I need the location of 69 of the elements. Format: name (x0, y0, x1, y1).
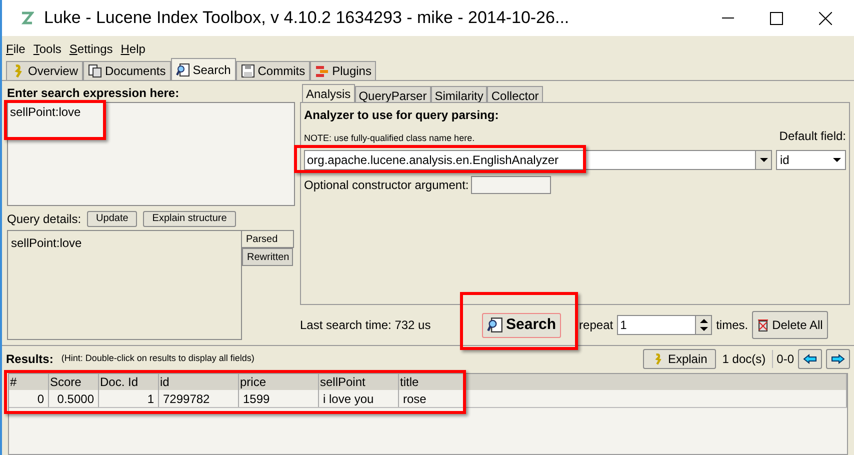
window-title: Luke - Lucene Index Toolbox, v 4.10.2 1634293 - mike - 2014-10-26... (44, 7, 570, 30)
plugins-icon (315, 64, 330, 78)
table-cell: 0.5000 (49, 390, 99, 407)
analysis-tab[interactable]: QueryParser (354, 86, 431, 102)
table-cell: 1599 (239, 390, 319, 407)
menu-item[interactable]: Settings (69, 40, 113, 58)
table-cell: i love you (319, 390, 399, 407)
column-header[interactable]: # (9, 374, 49, 390)
detail-tab[interactable]: Parsed (242, 230, 294, 248)
results-hint: (Hint: Double-click on results to display all fields) (61, 352, 254, 365)
documents-icon (88, 64, 102, 78)
table-cell: rose (399, 390, 847, 407)
next-button[interactable] (826, 348, 850, 368)
menu-item[interactable]: File (6, 40, 26, 58)
left-arrow-icon (803, 354, 817, 364)
tab[interactable]: Commits (236, 61, 310, 80)
repeat-label: repeat (579, 317, 614, 334)
tab[interactable]: Plugins (310, 61, 376, 80)
query-details-text: sellPoint:love (7, 230, 242, 340)
caret-icon (833, 158, 841, 162)
table-cell: 1 (99, 390, 159, 407)
spinner-arrows-icon (700, 319, 708, 332)
column-header[interactable]: Doc. Id (99, 374, 159, 390)
tab[interactable]: Overview (6, 61, 84, 80)
right-arrow-icon (831, 354, 845, 364)
query-button[interactable]: Update (87, 211, 138, 227)
analyzer-dropdown[interactable]: org.apache.lucene.analysis.en.EnglishAnalyzer (304, 150, 772, 170)
analysis-tab[interactable]: Analysis (302, 84, 355, 102)
maximize-icon[interactable] (770, 12, 783, 24)
column-header[interactable]: id (159, 374, 239, 390)
table-cell: 7299782 (159, 390, 239, 407)
previous-button[interactable] (798, 348, 822, 368)
search-button[interactable]: Search (482, 312, 562, 338)
explain-button[interactable]: Explain (642, 348, 716, 368)
results-title: Results: (6, 350, 54, 368)
column-header[interactable]: title (399, 374, 847, 390)
result-range: 0-0 (772, 350, 794, 368)
detail-tab[interactable]: Rewritten (242, 248, 293, 266)
note-text: NOTE: use fully-qualified class name here. (304, 132, 475, 145)
table-cell: 0 (9, 390, 49, 407)
analysis-tab[interactable]: Collector (487, 86, 543, 102)
times-label: times. (716, 317, 748, 334)
constructor-label: Optional constructor argument: (304, 177, 469, 194)
last-search-time: Last search time: 732 us (300, 317, 432, 334)
search-expression-field[interactable]: sellPoint:love (7, 102, 295, 206)
analyzer-heading: Analyzer to use for query parsing: (304, 107, 500, 124)
search-icon (487, 317, 503, 334)
query-button[interactable]: Explain structure (143, 211, 236, 227)
column-header[interactable]: Score (49, 374, 99, 390)
menu-item[interactable]: Help (120, 40, 146, 58)
tab[interactable]: Documents (83, 61, 171, 80)
analysis-tab[interactable]: Similarity (430, 86, 488, 102)
app-logo-icon (20, 10, 34, 26)
doc-count: 1 doc(s) (722, 350, 766, 368)
menu-item[interactable]: Tools (33, 40, 62, 58)
default-field-label: Default field: (779, 128, 846, 145)
search-icon (176, 62, 190, 76)
repeat-spinner[interactable]: 1 (617, 315, 712, 336)
close-icon[interactable] (819, 12, 832, 24)
constructor-field[interactable] (470, 176, 551, 194)
trash-icon (757, 318, 770, 332)
section-heading: Enter search expression here: (7, 85, 180, 102)
query-details-label: Query details: (7, 211, 82, 228)
caret-icon (760, 158, 768, 162)
column-header[interactable]: sellPoint (319, 374, 399, 390)
default-field-dropdown[interactable]: id (776, 150, 846, 170)
column-header[interactable]: price (239, 374, 319, 390)
tab[interactable]: Search (170, 58, 236, 80)
delete-all-button[interactable]: Delete All (752, 311, 828, 340)
